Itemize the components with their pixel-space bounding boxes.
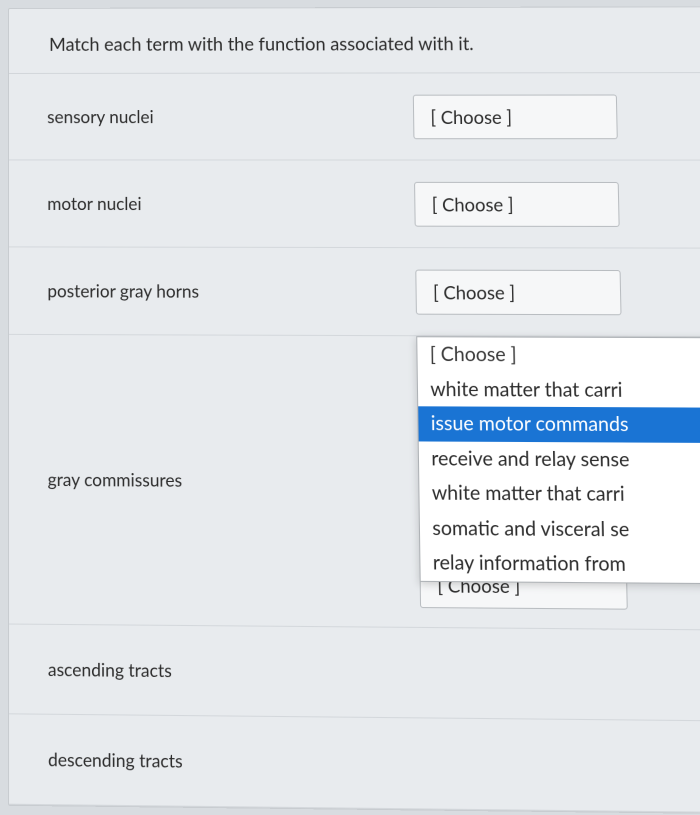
choose-dropdown[interactable]: [ Choose ] bbox=[414, 181, 620, 226]
term-label: descending tracts bbox=[9, 716, 423, 806]
dropdown-option-placeholder[interactable]: [ Choose ] bbox=[417, 337, 700, 373]
term-label: posterior gray horns bbox=[9, 249, 416, 333]
choice-cell bbox=[421, 654, 700, 695]
term-label: sensory nuclei bbox=[9, 75, 414, 157]
choose-dropdown[interactable]: [ Choose ] bbox=[413, 94, 618, 139]
dropdown-option[interactable]: receive and relay sense bbox=[419, 441, 700, 478]
choose-dropdown[interactable]: [ Choose ] bbox=[415, 269, 621, 315]
dropdown-option[interactable]: white matter that carri bbox=[418, 372, 700, 408]
dropdown-option[interactable]: white matter that carri bbox=[419, 476, 700, 513]
choice-cell: [ Choose ] bbox=[413, 76, 700, 157]
dropdown-option[interactable]: somatic and visceral se bbox=[420, 511, 700, 549]
question-prompt: Match each term with the function associ… bbox=[9, 7, 700, 74]
match-row: sensory nuclei [ Choose ] bbox=[9, 73, 700, 161]
match-row: gray commissures [ Choose ] white matter… bbox=[9, 335, 700, 631]
choice-cell: [ Choose ] bbox=[414, 163, 700, 245]
match-row: ascending tracts bbox=[9, 625, 700, 722]
choice-cell-open: [ Choose ] white matter that carri issue… bbox=[416, 336, 700, 629]
dropdown-option-highlighted[interactable]: issue motor commands bbox=[418, 406, 700, 443]
match-row: motor nuclei [ Choose ] bbox=[9, 160, 700, 248]
choice-cell bbox=[422, 744, 700, 786]
match-row: posterior gray horns [ Choose ] bbox=[9, 247, 700, 337]
dropdown-option[interactable]: relay information from bbox=[420, 546, 700, 584]
term-label: motor nuclei bbox=[9, 162, 415, 245]
question-card: Match each term with the function associ… bbox=[8, 6, 700, 814]
term-label: gray commissures bbox=[9, 437, 419, 523]
choice-cell: [ Choose ] bbox=[415, 251, 700, 334]
term-label: ascending tracts bbox=[9, 627, 422, 716]
dropdown-panel[interactable]: [ Choose ] white matter that carri issue… bbox=[416, 336, 700, 584]
match-row: descending tracts bbox=[9, 714, 700, 813]
